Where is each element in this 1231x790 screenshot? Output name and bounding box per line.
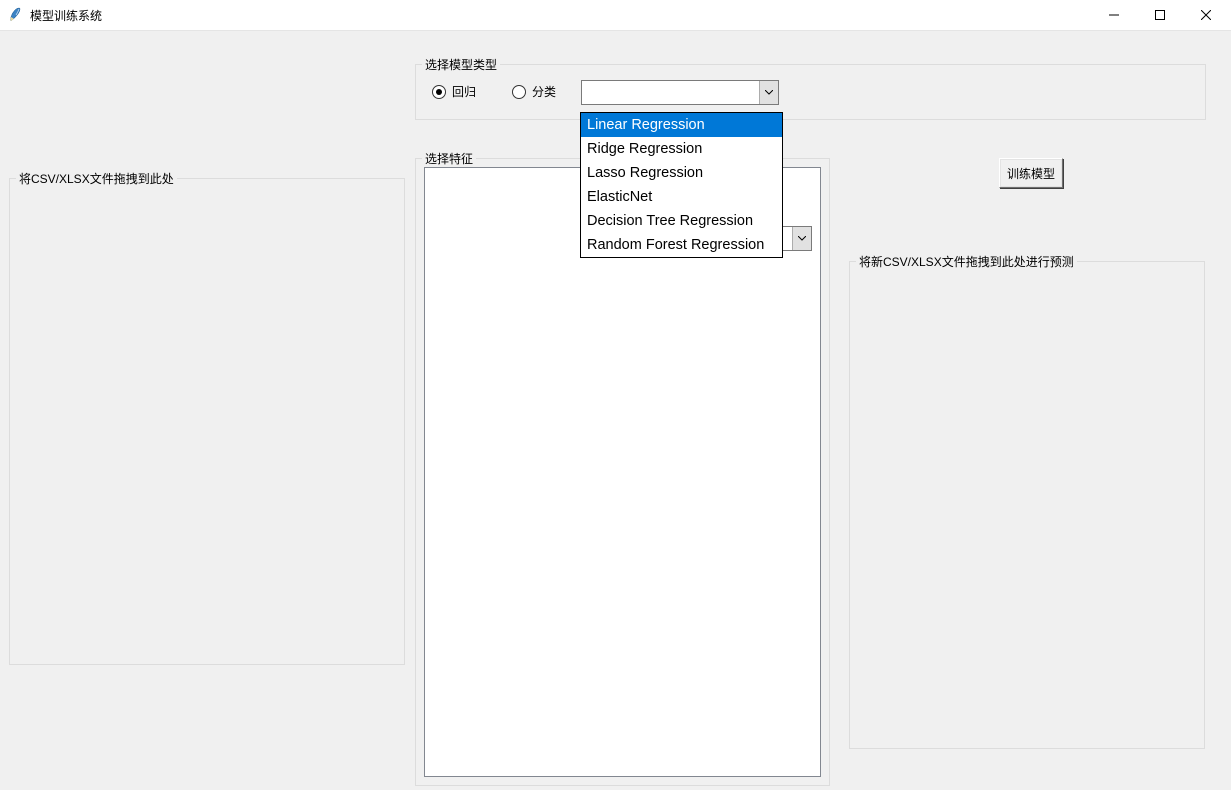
train-button[interactable]: 训练模型 — [999, 158, 1063, 188]
chevron-down-icon — [759, 81, 778, 104]
predict-file-dropzone[interactable]: 将新CSV/XLSX文件拖拽到此处进行预测 — [849, 261, 1205, 749]
model-select-combobox[interactable] — [581, 80, 779, 105]
window-title: 模型训练系统 — [30, 7, 102, 24]
titlebar: 模型训练系统 — [0, 0, 1231, 31]
chevron-down-icon — [792, 227, 811, 250]
close-button[interactable] — [1183, 0, 1229, 30]
model-option[interactable]: Decision Tree Regression — [581, 209, 782, 233]
model-type-group: 选择模型类型 回归 分类 — [415, 64, 1206, 120]
radio-regression-label: 回归 — [452, 83, 476, 100]
input-dropzone-legend: 将CSV/XLSX文件拖拽到此处 — [16, 170, 177, 187]
train-button-label: 训练模型 — [1007, 165, 1055, 182]
input-file-dropzone[interactable]: 将CSV/XLSX文件拖拽到此处 — [9, 178, 405, 665]
model-option[interactable]: Lasso Regression — [581, 161, 782, 185]
feature-select-legend: 选择特征 — [422, 150, 476, 167]
radio-regression[interactable]: 回归 — [432, 83, 476, 100]
radio-dot-icon — [512, 85, 526, 99]
model-select-dropdown[interactable]: Linear RegressionRidge RegressionLasso R… — [580, 112, 783, 258]
model-type-legend: 选择模型类型 — [422, 56, 500, 73]
minimize-button[interactable] — [1091, 0, 1137, 30]
model-select-value — [582, 81, 759, 104]
radio-classification-label: 分类 — [532, 83, 556, 100]
model-option[interactable]: Ridge Regression — [581, 137, 782, 161]
radio-dot-icon — [432, 85, 446, 99]
app-icon — [8, 7, 24, 23]
feature-listbox[interactable] — [424, 167, 821, 777]
model-option[interactable]: Linear Regression — [581, 113, 782, 137]
maximize-button[interactable] — [1137, 0, 1183, 30]
model-option[interactable]: ElasticNet — [581, 185, 782, 209]
client-area: 选择模型类型 回归 分类 Linear RegressionRidge Regr… — [0, 31, 1231, 790]
model-option[interactable]: Random Forest Regression — [581, 233, 782, 257]
predict-dropzone-legend: 将新CSV/XLSX文件拖拽到此处进行预测 — [856, 253, 1077, 270]
radio-classification[interactable]: 分类 — [512, 83, 556, 100]
